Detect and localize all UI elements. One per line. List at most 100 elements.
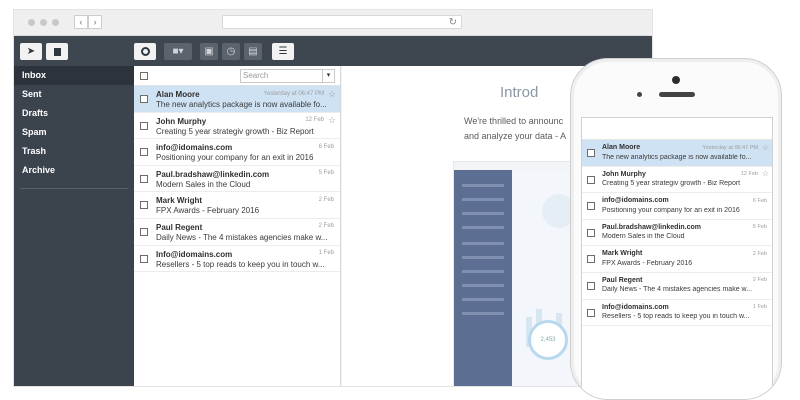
message-row[interactable]: Info@idomains.com 1 Feb Resellers - 5 to…: [134, 246, 340, 273]
message-subject: Daily News - The 4 mistakes agencies mak…: [156, 232, 328, 242]
row-checkbox[interactable]: [140, 95, 148, 103]
preview-line: [462, 284, 504, 287]
back-icon[interactable]: ‹: [74, 15, 88, 29]
speaker-grill: [659, 92, 695, 97]
row-checkbox[interactable]: [587, 202, 595, 211]
sensor-icon: [637, 92, 642, 97]
list-header: Search ▾: [134, 66, 340, 86]
message-sender: Mark Wright: [602, 250, 643, 258]
row-checkbox[interactable]: [140, 121, 148, 130]
star-icon[interactable]: ☆: [762, 169, 769, 178]
row-checkbox[interactable]: [587, 281, 595, 290]
preview-donut: 2,453: [528, 320, 568, 360]
sidebar-divider: [20, 188, 128, 189]
message-date: 2 Feb: [318, 223, 334, 230]
message-row[interactable]: Paul.bradshaw@linkedin.com 5 Feb Modern …: [134, 166, 340, 193]
star-icon[interactable]: ☆: [762, 143, 769, 152]
message-subject: Creating 5 year strategiv growth - Biz R…: [602, 180, 741, 188]
message-sender: Alan Moore: [156, 90, 200, 99]
contacts-button[interactable]: [46, 43, 68, 60]
phone-message-row[interactable]: info@idomains.com 6 Feb Positioning your…: [582, 193, 772, 220]
browser-chrome: ‹ › ↻: [14, 10, 652, 36]
row-checkbox[interactable]: [587, 255, 595, 264]
message-subject: Modern Sales in the Cloud: [156, 179, 251, 189]
sidebar-item-inbox[interactable]: Inbox: [14, 66, 134, 85]
sidebar-item-sent[interactable]: Sent: [14, 85, 134, 104]
message-sender: John Murphy: [602, 170, 646, 178]
row-checkbox[interactable]: [140, 254, 148, 263]
message-row[interactable]: Paul Regent 2 Feb Daily News - The 4 mis…: [134, 219, 340, 246]
forward-icon[interactable]: ›: [88, 15, 102, 29]
message-date: 5 Feb: [752, 224, 767, 231]
archive-button[interactable]: ▣: [200, 43, 218, 60]
app-toolbar: ➤ ■▾ ▣ ◷ ▤ ☰: [14, 36, 652, 66]
select-all-checkbox[interactable]: [140, 72, 148, 80]
message-row[interactable]: Mark Wright 2 Feb FPX Awards - February …: [134, 192, 340, 219]
window-controls: [28, 19, 59, 26]
sidebar-item-spam[interactable]: Spam: [14, 123, 134, 142]
message-date: 2 Feb: [318, 196, 334, 203]
close-dot[interactable]: [28, 19, 35, 26]
message-row[interactable]: Alan Moore Yesterday at 06:47 PM ☆ The n…: [134, 86, 340, 113]
row-checkbox[interactable]: [587, 149, 595, 157]
star-icon[interactable]: ☆: [328, 115, 336, 126]
minimize-dot[interactable]: [40, 19, 47, 26]
message-date: 2 Feb: [752, 277, 767, 284]
search-input[interactable]: Search ▾: [240, 69, 335, 83]
delete-button[interactable]: ▤: [244, 43, 262, 60]
message-subject: Resellers - 5 top reads to keep you in t…: [602, 313, 750, 321]
browser-window: ‹ › ↻ ➤ ■▾ ▣ ◷ ▤ ☰ Inbox Sent Drafts Spa…: [14, 10, 652, 386]
trash-icon: ▤: [248, 46, 258, 57]
more-button[interactable]: ☰: [272, 43, 294, 60]
phone-message-row[interactable]: Info@idomains.com 1 Feb Resellers - 5 to…: [582, 300, 772, 327]
folder-dropdown-icon: ■▾: [172, 46, 184, 57]
email-title: Introd: [500, 84, 539, 101]
chevron-down-icon[interactable]: ▾: [322, 70, 334, 82]
message-date: 2 Feb: [752, 250, 767, 257]
preview-line: [462, 212, 504, 215]
row-checkbox[interactable]: [587, 228, 595, 237]
message-subject: Resellers - 5 top reads to keep you in t…: [156, 259, 325, 269]
row-checkbox[interactable]: [140, 227, 148, 236]
phone-message-row[interactable]: Alan Moore Yesterday at 06:47 PM ☆ The n…: [582, 140, 772, 167]
reload-icon[interactable]: ↻: [449, 16, 457, 29]
sidebar-item-drafts[interactable]: Drafts: [14, 104, 134, 123]
phone-message-row[interactable]: Mark Wright 2 Feb FPX Awards - February …: [582, 246, 772, 273]
snooze-button[interactable]: ◷: [222, 43, 240, 60]
row-checkbox[interactable]: [140, 148, 148, 157]
folder-sidebar: Inbox Sent Drafts Spam Trash Archive: [14, 66, 134, 386]
message-row[interactable]: John Murphy 12 Feb ☆ Creating 5 year str…: [134, 113, 340, 140]
star-icon[interactable]: ☆: [328, 89, 336, 100]
row-checkbox[interactable]: [587, 175, 595, 184]
message-sender: Mark Wright: [156, 196, 203, 206]
preview-line: [462, 198, 504, 201]
row-checkbox[interactable]: [587, 308, 595, 317]
message-sender: info@idomains.com: [602, 197, 669, 205]
message-date: 12 Feb: [305, 117, 324, 124]
phone-message-row[interactable]: John Murphy 12 Feb ☆ Creating 5 year str…: [582, 167, 772, 194]
sidebar-item-archive[interactable]: Archive: [14, 161, 134, 180]
address-bar[interactable]: ↻: [222, 15, 462, 29]
preview-line: [462, 312, 504, 315]
message-row[interactable]: info@idomains.com 6 Feb Positioning your…: [134, 139, 340, 166]
move-to-folder-button[interactable]: ■▾: [164, 43, 192, 60]
message-sender: Paul Regent: [156, 222, 203, 232]
zoom-dot[interactable]: [52, 19, 59, 26]
row-checkbox[interactable]: [140, 174, 148, 183]
refresh-button[interactable]: [134, 43, 156, 60]
preview-line: [462, 298, 504, 301]
row-checkbox[interactable]: [140, 201, 148, 210]
front-camera-icon: [672, 76, 680, 84]
phone-message-row[interactable]: Paul.bradshaw@linkedin.com 5 Feb Modern …: [582, 220, 772, 247]
phone-screen: Alan Moore Yesterday at 06:47 PM ☆ The n…: [581, 117, 773, 399]
phone-message-row[interactable]: Paul Regent 2 Feb Daily News - The 4 mis…: [582, 273, 772, 300]
message-date: 1 Feb: [752, 304, 767, 311]
message-sender: Paul.bradshaw@linkedin.com: [602, 223, 702, 231]
message-date: 12 Feb: [740, 171, 758, 178]
message-subject: FPX Awards - February 2016: [602, 259, 693, 267]
preview-line: [462, 270, 504, 273]
compose-button[interactable]: ➤: [20, 43, 42, 60]
message-subject: Positioning your company for an exit in …: [156, 153, 314, 163]
sidebar-item-trash[interactable]: Trash: [14, 142, 134, 161]
message-sender: Paul.bradshaw@linkedin.com: [156, 169, 270, 179]
